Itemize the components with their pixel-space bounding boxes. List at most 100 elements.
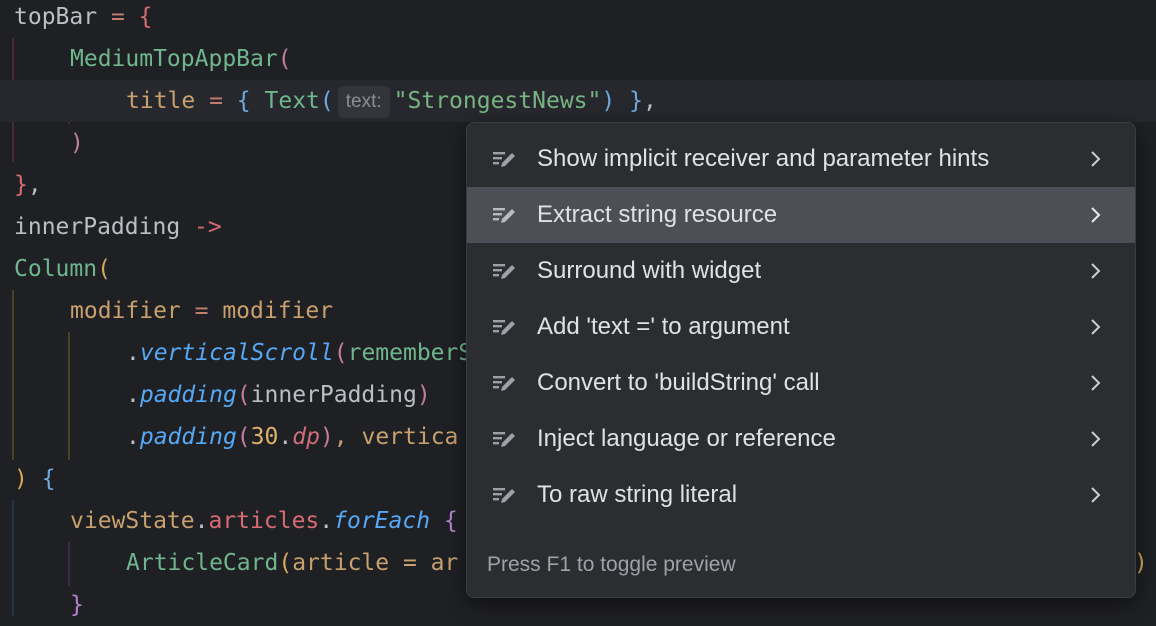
code-token: . (194, 508, 209, 534)
chevron-right-icon (1091, 319, 1101, 335)
code-token: } (70, 592, 84, 618)
chevron-right-icon (1091, 487, 1101, 503)
code-line[interactable]: } (70, 584, 84, 626)
code-line[interactable]: ) { (14, 458, 56, 500)
code-line[interactable]: .padding(30.dp), vertica (126, 416, 458, 458)
code-token: -> (180, 214, 222, 240)
indent-guide (68, 542, 70, 586)
code-line[interactable]: ArticleCard(article = ar (126, 542, 458, 584)
code-token: padding (139, 382, 237, 408)
chevron-right-icon (1091, 431, 1101, 447)
code-token: ) (601, 88, 616, 114)
code-line[interactable]: topBar = { (14, 0, 153, 38)
code-token: . (278, 424, 293, 450)
chevron-right-icon (1091, 375, 1101, 391)
code-line-current[interactable]: title = { Text(text: "StrongestNews") }, (0, 80, 1156, 122)
intention-edit-icon (493, 376, 515, 391)
code-token: . (126, 382, 140, 408)
code-token: innerPadding (14, 214, 181, 240)
code-token: modifier (222, 298, 334, 324)
action-to-raw-string[interactable]: To raw string literal (467, 467, 1135, 523)
action-label: Surround with widget (537, 257, 762, 284)
code-line[interactable]: .verticalScroll(rememberS (126, 332, 472, 374)
action-label: Inject language or reference (537, 425, 836, 452)
indent-guide (12, 500, 14, 616)
code-token: } (14, 172, 28, 198)
code-token: ) (70, 130, 84, 156)
code-token: Text (264, 88, 320, 114)
action-surround-with-widget[interactable]: Surround with widget (467, 243, 1135, 299)
code-token: . (319, 508, 334, 534)
indent-guide (68, 332, 70, 460)
code-token: 30 (250, 424, 279, 450)
code-token: padding (139, 424, 237, 450)
code-token: ( (236, 382, 251, 408)
code-token: dp (292, 424, 320, 450)
code-token: { (430, 508, 458, 534)
code-line[interactable]: viewState.articles.forEach { (70, 500, 458, 542)
code-token: . (126, 340, 140, 366)
intention-edit-icon (493, 488, 515, 503)
code-token: topBar (14, 4, 98, 30)
action-inject-language[interactable]: Inject language or reference (467, 411, 1135, 467)
code-token: { (138, 4, 153, 30)
code-token: ArticleCard (126, 550, 279, 576)
action-label: To raw string literal (537, 481, 738, 508)
code-token: } (615, 88, 643, 114)
code-token: forEach (333, 508, 431, 534)
code-token: innerPadding (250, 382, 417, 408)
code-token: articles (208, 508, 320, 534)
action-convert-buildstring[interactable]: Convert to 'buildString' call (467, 355, 1135, 411)
intention-actions-popup[interactable]: Show implicit receiver and parameter hin… (466, 122, 1136, 598)
code-line[interactable]: .padding(innerPadding) (126, 374, 431, 416)
action-label: Convert to 'buildString' call (537, 369, 820, 396)
chevron-right-icon (1091, 207, 1101, 223)
chevron-right-icon (1091, 151, 1101, 167)
code-token: title (126, 88, 196, 114)
code-token: rememberS (347, 340, 473, 366)
intention-edit-icon (493, 208, 515, 223)
action-label: Extract string resource (537, 201, 778, 228)
code-token: { (236, 88, 265, 114)
action-add-text-argument[interactable]: Add 'text =' to argument (467, 299, 1135, 355)
code-token: ) (14, 466, 28, 492)
intention-edit-icon (493, 264, 515, 279)
code-token: article = ar (292, 550, 459, 576)
code-token: ) (1134, 550, 1148, 576)
code-token: ( (278, 550, 293, 576)
code-line[interactable]: MediumTopAppBar( (70, 38, 292, 80)
chevron-right-icon (1091, 263, 1101, 279)
parameter-hint: text: (337, 85, 390, 118)
code-token: verticalScroll (139, 340, 334, 366)
intention-edit-icon (493, 152, 515, 167)
code-token: ( (319, 88, 334, 114)
code-token: = (97, 4, 139, 30)
code-token: . (126, 424, 140, 450)
code-token: ) (416, 382, 431, 408)
popup-footer-hint: Press F1 to toggle preview (487, 553, 736, 576)
string-literal[interactable]: "StrongestNews" (394, 88, 602, 114)
code-line[interactable]: }, (14, 164, 42, 206)
code-line[interactable]: Column( (14, 248, 111, 290)
code-token: ( (333, 340, 348, 366)
action-show-implicit-hints[interactable]: Show implicit receiver and parameter hin… (467, 131, 1135, 187)
code-line[interactable]: modifier = modifier (70, 290, 333, 332)
code-token: , (27, 172, 42, 198)
code-token: , vertica (333, 424, 459, 450)
code-token: { (27, 466, 56, 492)
code-token: ( (97, 256, 111, 282)
code-line-tail: ) (1134, 542, 1148, 584)
code-line[interactable]: innerPadding -> (14, 206, 222, 248)
code-token: MediumTopAppBar (70, 46, 278, 72)
indent-guide (12, 290, 14, 460)
code-token: ( (277, 46, 292, 72)
action-label: Add 'text =' to argument (537, 313, 790, 340)
code-token: viewState (70, 508, 195, 534)
code-token: ( (236, 424, 251, 450)
code-token: ) (319, 424, 334, 450)
action-extract-string-resource[interactable]: Extract string resource (467, 187, 1135, 243)
code-line[interactable]: ) (70, 122, 84, 164)
code-token: = (195, 88, 237, 114)
action-label: Show implicit receiver and parameter hin… (537, 145, 990, 172)
code-token: , (642, 88, 657, 114)
